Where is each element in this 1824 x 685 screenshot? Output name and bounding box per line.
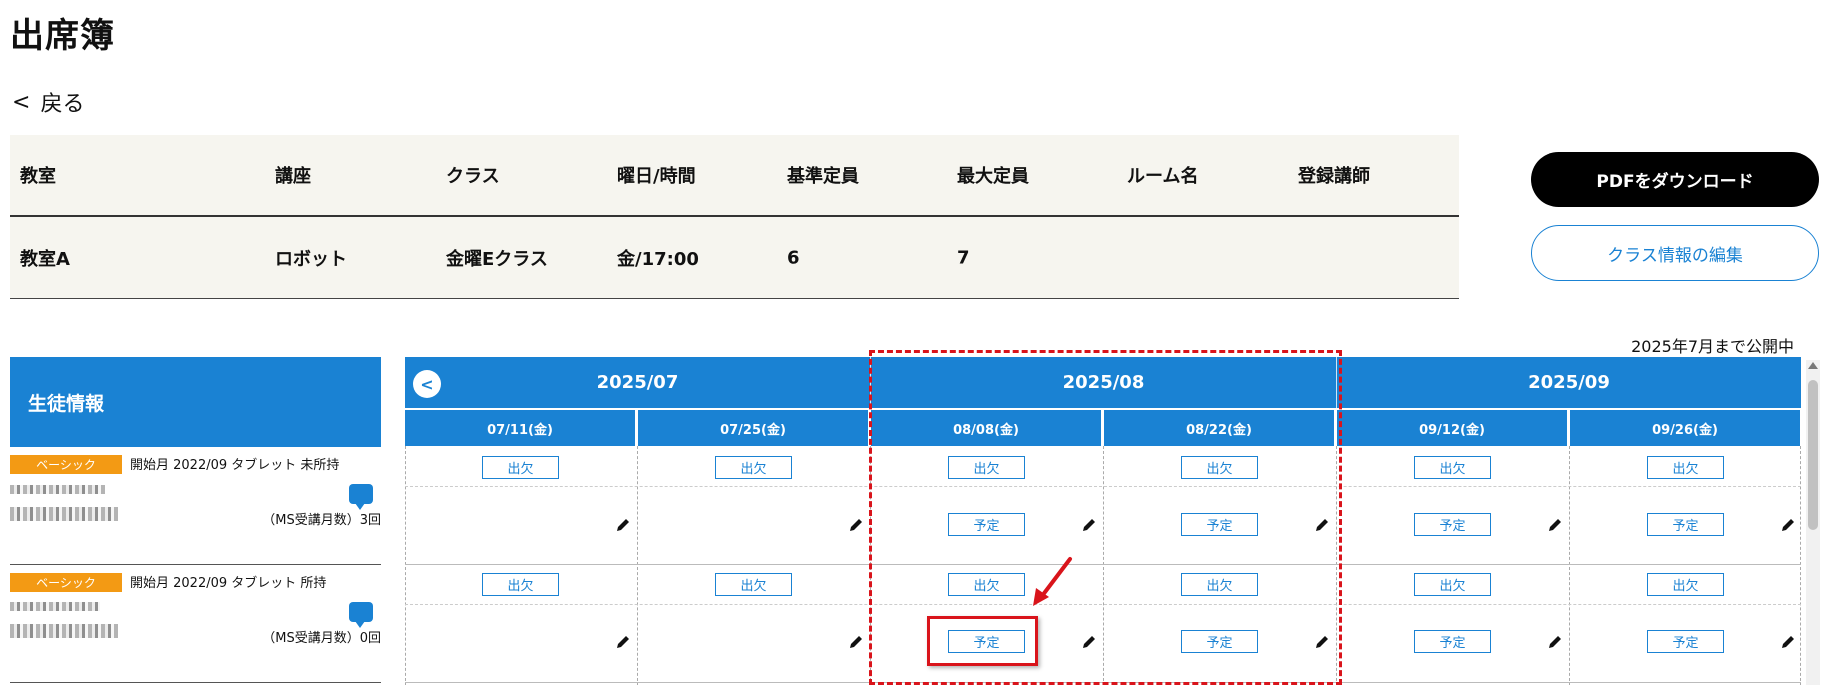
header-course: 講座: [275, 166, 311, 187]
student-row: ベーシック 開始月 2022/09 タブレット 所持 （MS受講月数）0回: [10, 565, 381, 683]
student-row: ベーシック 開始月 2022/09 タブレット 未所持 （MS受講月数）3回: [10, 447, 381, 565]
chat-icon[interactable]: [349, 602, 373, 628]
grid-line: [1569, 446, 1570, 685]
month-label: 2025/09: [1528, 372, 1610, 393]
pencil-icon[interactable]: [1780, 517, 1796, 533]
attendance-button[interactable]: 出欠: [1647, 456, 1724, 479]
value-course: ロボット: [275, 249, 347, 270]
ms-count: （MS受講月数）0回: [262, 631, 381, 646]
scroll-thumb[interactable]: [1808, 380, 1818, 530]
header-day-time: 曜日/時間: [617, 166, 696, 187]
student-id-redacted: [10, 624, 118, 638]
plan-badge: ベーシック: [10, 573, 122, 592]
date-header: 07/25(金): [638, 410, 868, 446]
chat-icon[interactable]: [349, 484, 373, 510]
grid-line: [637, 446, 638, 685]
plan-button[interactable]: 予定: [1647, 630, 1724, 653]
month-label: 2025/07: [596, 372, 679, 393]
date-header: 09/12(金): [1337, 410, 1567, 446]
student-info-header: 生徒情報: [10, 357, 381, 447]
student-meta: 開始月 2022/09 タブレット 所持: [130, 576, 327, 591]
pdf-download-button[interactable]: PDFをダウンロード: [1531, 152, 1819, 207]
value-class: 金曜Eクラス: [446, 249, 548, 270]
header-base-capacity: 基準定員: [787, 166, 859, 187]
edit-class-info-button[interactable]: クラス情報の編集: [1531, 225, 1819, 281]
grid-line: [1800, 446, 1801, 685]
pencil-icon[interactable]: [1547, 634, 1563, 650]
ms-count: （MS受講月数）3回: [262, 513, 381, 528]
header-room-name: ルーム名: [1127, 166, 1199, 187]
back-link[interactable]: < 戻る: [12, 86, 84, 118]
value-max-capacity: 7: [957, 247, 970, 269]
highlight-plan-button: [927, 616, 1038, 666]
header-class: クラス: [446, 166, 500, 187]
date-header: 07/11(金): [405, 410, 635, 446]
annotation-arrow-icon: [1033, 557, 1072, 606]
value-day-time: 金/17:00: [617, 249, 699, 270]
header-classroom: 教室: [20, 166, 56, 187]
pencil-icon[interactable]: [1547, 517, 1563, 533]
back-label: 戻る: [40, 92, 85, 117]
publish-status: 2025年7月まで公開中: [1631, 337, 1794, 356]
page-title: 出席簿: [10, 16, 115, 56]
student-name-redacted: [10, 485, 105, 494]
plan-badge: ベーシック: [10, 455, 122, 474]
value-classroom: 教室A: [20, 249, 70, 270]
student-name-redacted: [10, 602, 100, 611]
attendance-button[interactable]: 出欠: [1414, 456, 1491, 479]
class-info-header-row: 教室 講座 クラス 曜日/時間 基準定員 最大定員 ルーム名 登録講師: [10, 135, 1459, 217]
class-info-value-row: 教室A ロボット 金曜Eクラス 金/17:00 6 7: [10, 217, 1459, 299]
student-id-redacted: [10, 507, 118, 521]
pencil-icon[interactable]: [615, 517, 631, 533]
attendance-button[interactable]: 出欠: [1414, 573, 1491, 596]
attendance-button[interactable]: 出欠: [715, 573, 792, 596]
attendance-button[interactable]: 出欠: [482, 573, 559, 596]
plan-button[interactable]: 予定: [1414, 513, 1491, 536]
scroll-up-icon[interactable]: [1808, 362, 1818, 369]
pencil-icon[interactable]: [615, 634, 631, 650]
attendance-button[interactable]: 出欠: [1647, 573, 1724, 596]
pencil-icon[interactable]: [848, 634, 864, 650]
class-info-table: 教室 講座 クラス 曜日/時間 基準定員 最大定員 ルーム名 登録講師 教室A …: [10, 135, 1459, 299]
grid-line: [405, 446, 406, 685]
header-teacher: 登録講師: [1298, 166, 1370, 187]
date-header: 09/26(金): [1570, 410, 1800, 446]
value-base-capacity: 6: [787, 247, 800, 269]
header-max-capacity: 最大定員: [957, 166, 1029, 187]
chevron-left-icon: <: [12, 89, 31, 115]
pencil-icon[interactable]: [1780, 634, 1796, 650]
attendance-button[interactable]: 出欠: [715, 456, 792, 479]
pencil-icon[interactable]: [848, 517, 864, 533]
plan-button[interactable]: 予定: [1647, 513, 1724, 536]
vertical-scrollbar[interactable]: [1806, 360, 1820, 685]
plan-button[interactable]: 予定: [1414, 630, 1491, 653]
student-meta: 開始月 2022/09 タブレット 未所持: [130, 458, 340, 473]
attendance-button[interactable]: 出欠: [482, 456, 559, 479]
